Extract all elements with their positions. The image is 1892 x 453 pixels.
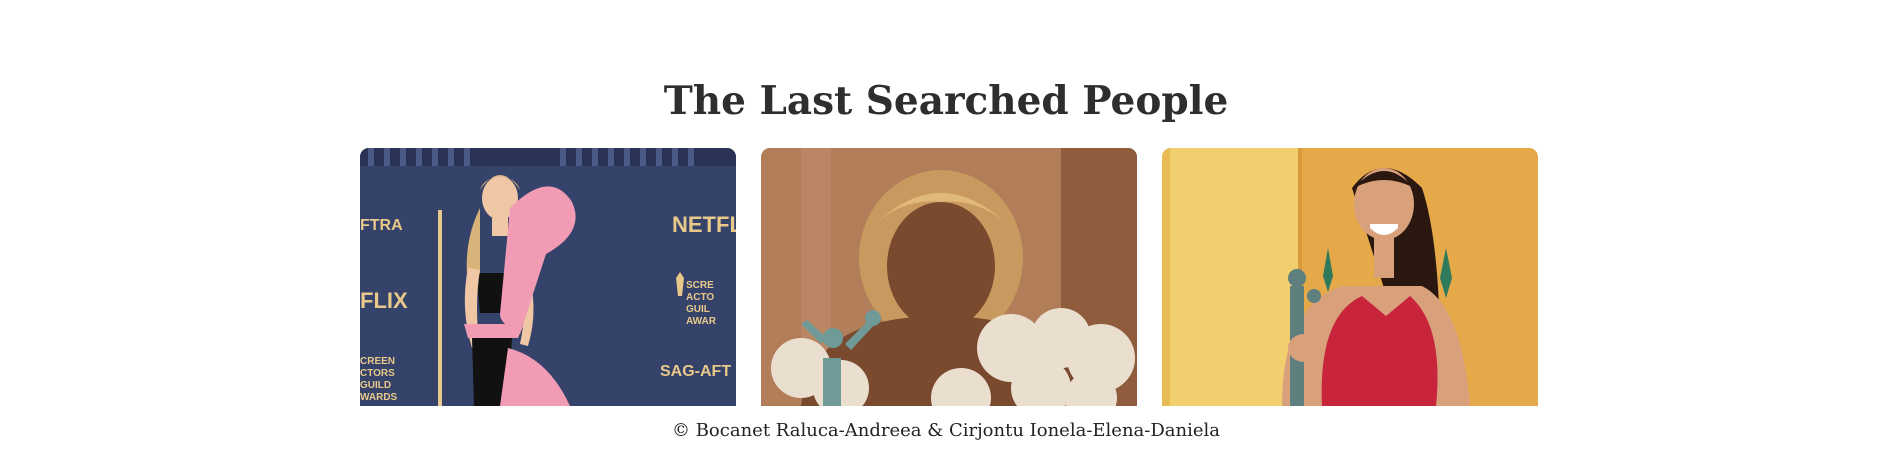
person-photo-2[interactable] — [761, 148, 1137, 406]
person-card-3[interactable] — [1162, 148, 1538, 406]
backdrop-text: ACTO — [686, 292, 714, 303]
backdrop-text: FLIX — [360, 288, 408, 313]
people-gallery: FTRA NETFL FLIX SCRE ACTO GUIL AWAR CREE… — [0, 148, 1892, 406]
person-photo-3[interactable] — [1162, 148, 1538, 406]
backdrop-text: CTORS — [360, 368, 395, 379]
backdrop-text: CREEN — [360, 356, 395, 367]
person-card-2[interactable] — [761, 148, 1137, 406]
backdrop-text: GUIL — [686, 304, 710, 315]
backdrop-text: FTRA — [360, 217, 403, 234]
backdrop-text: AWAR — [686, 316, 717, 327]
page-title: The Last Searched People — [663, 78, 1229, 124]
backdrop-text: NETFL — [672, 212, 736, 237]
person-photo-1[interactable]: FTRA NETFL FLIX SCRE ACTO GUIL AWAR CREE… — [360, 148, 736, 406]
backdrop-text: WARDS — [360, 392, 398, 403]
backdrop-text: GUILD — [360, 380, 391, 391]
person-card-1[interactable]: FTRA NETFL FLIX SCRE ACTO GUIL AWAR CREE… — [360, 148, 736, 406]
copyright-footer: © Bocanet Raluca-Andreea & Cirjontu Ione… — [671, 420, 1221, 441]
backdrop-text: SCRE — [686, 280, 714, 291]
backdrop-text: SAG-AFT — [660, 363, 731, 380]
